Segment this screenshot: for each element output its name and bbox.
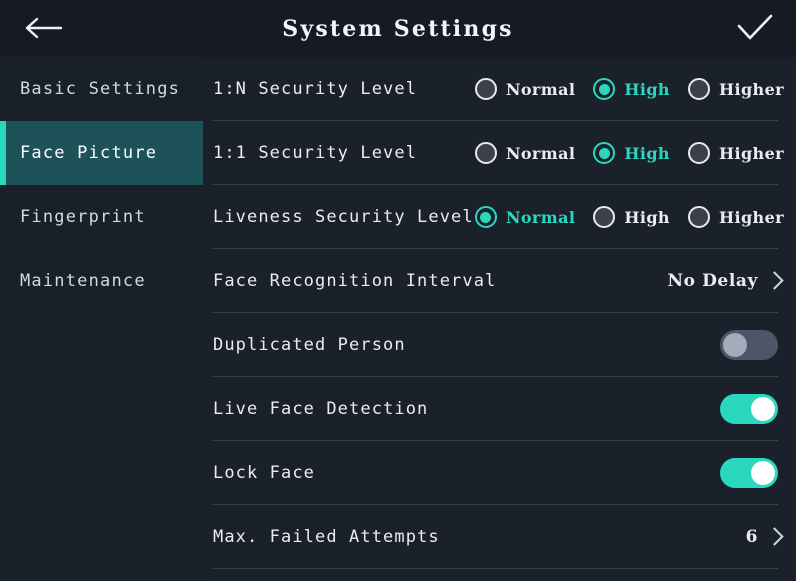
radio-option-normal[interactable]: Normal bbox=[474, 142, 576, 164]
radio-option-high[interactable]: High bbox=[593, 142, 670, 164]
confirm-button[interactable] bbox=[728, 8, 782, 50]
sidebar-item-label: Basic Settings bbox=[20, 79, 181, 99]
check-icon bbox=[737, 14, 773, 40]
sidebar: Basic Settings Face Picture Fingerprint Mai… bbox=[0, 57, 203, 581]
radio-option-label: High bbox=[624, 143, 670, 163]
settings-row-control bbox=[720, 394, 784, 424]
settings-row-value: No Delay bbox=[667, 271, 758, 291]
radio-option-high[interactable]: High bbox=[593, 78, 670, 100]
sidebar-item-face-picture[interactable]: Face Picture bbox=[0, 121, 203, 185]
radio-indicator-icon bbox=[687, 142, 710, 164]
settings-row-lock-face: Lock Face bbox=[203, 441, 796, 505]
settings-row-label: Face Recognition Interval bbox=[213, 271, 497, 291]
settings-row-face-recognition-interval[interactable]: Face Recognition Interval No Delay bbox=[203, 249, 796, 313]
radio-option-higher[interactable]: Higher bbox=[687, 142, 784, 164]
radio-indicator-icon bbox=[474, 142, 497, 164]
radio-indicator-icon bbox=[474, 78, 497, 100]
radio-indicator-icon bbox=[474, 206, 497, 228]
radio-indicator-icon bbox=[593, 142, 616, 164]
radio-indicator-icon bbox=[593, 206, 616, 228]
radio-option-label: Normal bbox=[505, 79, 576, 99]
radio-option-label: Higher bbox=[718, 143, 784, 163]
settings-row-label: Duplicated Person bbox=[213, 335, 406, 355]
radio-option-higher[interactable]: Higher bbox=[687, 206, 784, 228]
settings-row-label: Max. Failed Attempts bbox=[213, 527, 440, 547]
radio-option-label: High bbox=[624, 207, 670, 227]
radio-indicator-icon bbox=[593, 78, 616, 100]
radio-option-label: Higher bbox=[718, 207, 784, 227]
chevron-right-icon[interactable] bbox=[767, 526, 780, 548]
settings-row-max-failed-attempts[interactable]: Max. Failed Attempts 6 bbox=[203, 505, 796, 569]
settings-row-control bbox=[720, 330, 784, 360]
settings-row-duplicated-person: Duplicated Person bbox=[203, 313, 796, 377]
settings-row-control: Normal High Higher bbox=[474, 78, 784, 100]
toggle-knob bbox=[751, 461, 775, 485]
sidebar-item-label: Maintenance bbox=[20, 271, 146, 291]
toggle-duplicated-person[interactable] bbox=[720, 330, 778, 360]
radio-option-label: Higher bbox=[718, 79, 784, 99]
sidebar-item-basic-settings[interactable]: Basic Settings bbox=[0, 57, 203, 121]
settings-row-label: 1:1 Security Level bbox=[213, 143, 418, 163]
radio-indicator-icon bbox=[687, 206, 710, 228]
settings-row-control: Normal High Higher bbox=[474, 142, 784, 164]
radio-option-normal[interactable]: Normal bbox=[474, 206, 576, 228]
settings-row-label: Live Face Detection bbox=[213, 399, 429, 419]
system-settings-screen: System Settings Basic Settings Face Pictu… bbox=[0, 0, 796, 581]
radio-option-high[interactable]: High bbox=[593, 206, 670, 228]
radio-option-label: Normal bbox=[505, 143, 576, 163]
radio-indicator-icon bbox=[687, 78, 710, 100]
radio-group-security-level-1n: Normal High Higher bbox=[474, 78, 784, 100]
toggle-knob bbox=[751, 397, 775, 421]
settings-row-label: Lock Face bbox=[213, 463, 316, 483]
settings-row-live-face-detection: Live Face Detection bbox=[203, 377, 796, 441]
chevron-right-icon[interactable] bbox=[767, 270, 780, 292]
settings-row-control: No Delay bbox=[667, 270, 784, 292]
settings-row-liveness-security-level: Liveness Security Level Normal High Higher bbox=[203, 185, 796, 249]
radio-option-normal[interactable]: Normal bbox=[474, 78, 576, 100]
sidebar-item-maintenance[interactable]: Maintenance bbox=[0, 249, 203, 313]
toggle-lock-face[interactable] bbox=[720, 458, 778, 488]
settings-row-label: Liveness Security Level bbox=[213, 207, 474, 227]
settings-row-security-level-1n: 1:N Security Level Normal High Higher bbox=[203, 57, 796, 121]
toggle-knob bbox=[723, 333, 747, 357]
radio-option-label: High bbox=[624, 79, 670, 99]
page-title: System Settings bbox=[282, 15, 514, 42]
toggle-live-face-detection[interactable] bbox=[720, 394, 778, 424]
radio-option-label: Normal bbox=[505, 207, 576, 227]
radio-option-higher[interactable]: Higher bbox=[687, 78, 784, 100]
settings-row-control: 6 bbox=[746, 526, 784, 548]
radio-group-security-level-11: Normal High Higher bbox=[474, 142, 784, 164]
sidebar-item-label: Fingerprint bbox=[20, 207, 146, 227]
settings-row-control: Normal High Higher bbox=[474, 206, 784, 228]
radio-group-liveness-security-level: Normal High Higher bbox=[474, 206, 784, 228]
settings-row-security-level-11: 1:1 Security Level Normal High Higher bbox=[203, 121, 796, 185]
settings-row-control bbox=[720, 458, 784, 488]
sidebar-item-label: Face Picture bbox=[20, 143, 158, 163]
settings-row-value: 6 bbox=[745, 527, 758, 547]
sidebar-item-fingerprint[interactable]: Fingerprint bbox=[0, 185, 203, 249]
app-header: System Settings bbox=[0, 0, 796, 57]
settings-list: 1:N Security Level Normal High Higher 1:1 Se… bbox=[203, 57, 796, 581]
settings-row-label: 1:N Security Level bbox=[213, 79, 418, 99]
